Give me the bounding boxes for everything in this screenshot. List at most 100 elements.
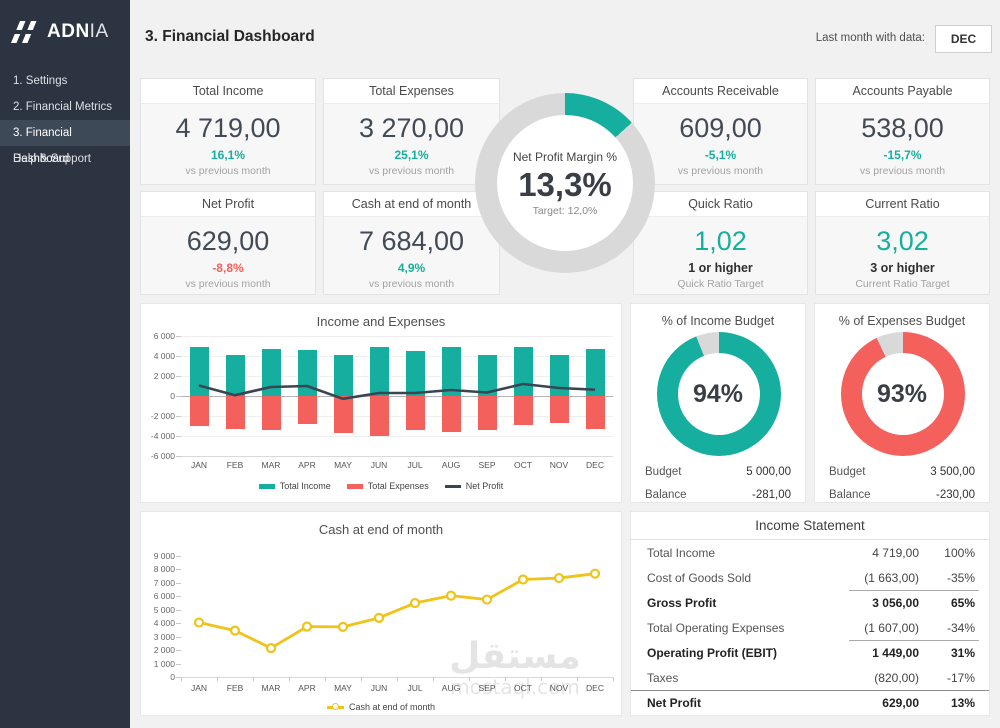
y-axis-label: 2 000 — [141, 645, 175, 655]
chart-title: Income and Expenses — [141, 314, 621, 329]
line-item-percent: -35% — [935, 571, 975, 585]
income-statement-table: Income Statement Total Income4 719,00100… — [630, 511, 990, 716]
kpi-title: Current Ratio — [816, 192, 989, 217]
kpi-card-current-ratio: Current Ratio 3,023 or higherCurrent Rat… — [815, 191, 990, 295]
data-point — [195, 619, 203, 627]
balance-row: Balance -281,00 — [645, 489, 791, 501]
kpi-value: 1,02 — [634, 226, 807, 257]
x-axis-label: JUL — [397, 460, 433, 470]
subtotal-separator — [849, 590, 979, 591]
line-item-label: Total Operating Expenses — [631, 621, 819, 635]
sidebar-item-financial-metrics[interactable]: 2. Financial Metrics — [0, 94, 130, 120]
x-axis-tick — [361, 677, 362, 681]
sidebar-item-settings[interactable]: 1. Settings — [0, 68, 130, 94]
y-axis-label: -6 000 — [141, 451, 175, 461]
kpi-card-total-income: Total Income 4 719,0016,1%vs previous mo… — [140, 78, 316, 185]
x-axis-label: DEC — [577, 683, 613, 693]
balance-value: -230,00 — [936, 489, 975, 501]
y-axis-label: 2 000 — [141, 371, 175, 381]
kpi-value: 3 270,00 — [324, 113, 499, 144]
income-statement-rows: Total Income4 719,00100%Cost of Goods So… — [631, 540, 989, 715]
legend-swatch — [347, 484, 363, 489]
legend-label: Total Expenses — [368, 481, 429, 491]
sidebar-item-help-support[interactable]: Help & Support — [0, 146, 130, 172]
kpi-caption: Quick Ratio Target — [634, 278, 807, 290]
x-axis-tick — [469, 677, 470, 681]
income-statement-row: Taxes(820,00)-17% — [631, 665, 989, 690]
donut-percent: 93% — [815, 380, 989, 409]
legend-item: Total Expenses — [347, 481, 429, 491]
income-statement-row: Gross Profit3 056,0065% — [631, 590, 989, 615]
logo-text-bold: ADN — [47, 21, 90, 42]
data-point — [375, 614, 383, 622]
line-item-value: 1 449,00 — [819, 646, 919, 660]
kpi-delta: 4,9% — [324, 261, 499, 275]
x-axis-label: AUG — [433, 683, 469, 693]
kpi-caption: vs previous month — [141, 165, 315, 177]
kpi-caption: vs previous month — [634, 165, 807, 177]
y-axis-label: -4 000 — [141, 431, 175, 441]
line-item-label: Net Profit — [631, 696, 819, 710]
y-axis-label: -2 000 — [141, 411, 175, 421]
legend-item: Total Income — [259, 481, 331, 491]
x-axis-tick — [541, 677, 542, 681]
x-axis-label: SEP — [469, 460, 505, 470]
x-axis-label: JAN — [181, 683, 217, 693]
y-axis-label: 7 000 — [141, 578, 175, 588]
x-axis-label: JAN — [181, 460, 217, 470]
data-point — [231, 627, 239, 635]
x-axis-label: JUL — [397, 683, 433, 693]
x-axis-tick — [397, 677, 398, 681]
kpi-delta: 25,1% — [324, 148, 499, 162]
x-axis-label: OCT — [505, 683, 541, 693]
line-item-percent: 100% — [935, 546, 975, 560]
kpi-caption: vs previous month — [324, 278, 499, 290]
kpi-target: 1 or higher — [634, 261, 807, 275]
line-item-label: Cost of Goods Sold — [631, 571, 819, 585]
line-item-label: Total Income — [631, 546, 819, 560]
y-axis-label: 4 000 — [141, 618, 175, 628]
line-item-value: (1 663,00) — [819, 571, 919, 585]
x-axis-label: OCT — [505, 460, 541, 470]
last-month-selector[interactable]: DEC — [935, 25, 992, 53]
kpi-title: Quick Ratio — [634, 192, 807, 217]
data-point — [447, 592, 455, 600]
income-statement-row: Total Income4 719,00100% — [631, 540, 989, 565]
kpi-value: 538,00 — [816, 113, 989, 144]
x-axis-label: NOV — [541, 460, 577, 470]
data-point — [303, 623, 311, 631]
x-axis-tick — [433, 677, 434, 681]
balance-value: -281,00 — [752, 489, 791, 501]
x-axis-label: DEC — [577, 460, 613, 470]
y-axis-label: 4 000 — [141, 351, 175, 361]
y-axis-label: 1 000 — [141, 659, 175, 669]
income-statement-row: Cost of Goods Sold(1 663,00) -35% — [631, 565, 989, 590]
balance-row: Balance -230,00 — [829, 489, 975, 501]
chart-title: % of Income Budget — [631, 314, 805, 328]
balance-label: Balance — [645, 489, 687, 501]
x-axis-label: FEB — [217, 683, 253, 693]
y-axis-label: 6 000 — [141, 591, 175, 601]
line-item-percent: 31% — [935, 646, 975, 660]
x-axis-tick — [613, 677, 614, 681]
kpi-value: 7 684,00 — [324, 226, 499, 257]
x-axis-label: APR — [289, 460, 325, 470]
x-axis-label: AUG — [433, 460, 469, 470]
last-month-label: Last month with data: — [816, 32, 925, 44]
x-axis-label: MAY — [325, 683, 361, 693]
kpi-card-total-expenses: Total Expenses 3 270,0025,1%vs previous … — [323, 78, 500, 185]
legend-marker — [332, 703, 339, 710]
chart-title: Cash at end of month — [141, 522, 621, 537]
kpi-target: 3 or higher — [816, 261, 989, 275]
x-axis-tick — [253, 677, 254, 681]
x-axis-tick — [577, 677, 578, 681]
kpi-delta: -15,7% — [816, 148, 989, 162]
legend-label: Net Profit — [466, 481, 504, 491]
kpi-card-accounts-payable: Accounts Payable 538,00-15,7%vs previous… — [815, 78, 990, 185]
kpi-delta: -8,8% — [141, 261, 315, 275]
chart-legend: Total Income Total Expenses Net Profit — [141, 481, 621, 491]
net-profit-margin-gauge: Net Profit Margin % 13,3% Target: 12,0% — [475, 93, 655, 273]
x-axis-label: FEB — [217, 460, 253, 470]
sidebar-item-financial-dashboard[interactable]: 3. Financial Dashboard — [0, 120, 130, 146]
line-item-value: (1 607,00) — [819, 621, 919, 635]
